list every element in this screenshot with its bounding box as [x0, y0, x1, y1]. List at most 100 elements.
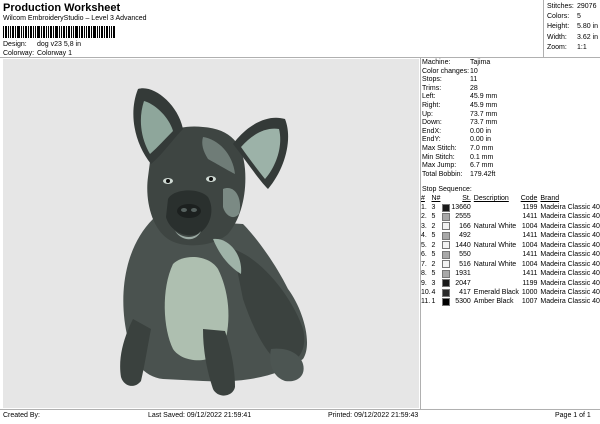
info-row: Machine: Tajima — [422, 59, 491, 66]
row-index: 10. — [421, 288, 431, 296]
table-row: 8. 5 1931 1411 Madeira Classic 40 — [421, 269, 600, 279]
design-summary: Stitches: 29076 Colors: 5 Height: 5.80 in W… — [547, 2, 598, 53]
color-swatch — [441, 297, 450, 306]
summary-stitches: Stitches: 29076 — [547, 3, 597, 10]
table-row: 2. 5 2555 1411 Madeira Classic 40 — [421, 213, 600, 222]
row-stitches: 13660 — [451, 204, 471, 212]
row-code: 1199 — [522, 279, 538, 287]
row-index: 8. — [421, 270, 427, 278]
row-brand: Madeira Classic 40 — [540, 241, 600, 249]
row-code: 1000 — [521, 288, 538, 296]
table-row: 4. 5 492 1411 Madeira Classic 40 — [421, 231, 600, 241]
row-swatch — [441, 213, 451, 222]
footer-divider — [0, 409, 600, 410]
row-stitches: 492 — [459, 232, 471, 240]
row-code: 1004 — [521, 260, 538, 268]
software-subtitle: Wilcom EmbroideryStudio – Level 3 Advanc… — [3, 15, 147, 22]
table-row: 11. 1 5300 Amber Black 1007 Madeira Classic 4… — [421, 297, 600, 307]
row-description — [471, 279, 519, 288]
color-swatch — [441, 241, 450, 250]
col-header-description: Description — [473, 195, 509, 202]
info-row: Min Stitch: 0.1 mm — [422, 153, 494, 161]
row-index: 9. — [421, 279, 427, 287]
design-label: Design: — [3, 41, 27, 48]
table-row: 1. 3 13660 1199 Madeira Classic 40 — [421, 203, 600, 213]
row-swatch — [441, 250, 451, 260]
info-row: EndX: 0.00 in — [422, 127, 492, 135]
row-stitches: 5300 — [455, 298, 471, 306]
table-header-row: # N# St. Description Code Brand — [421, 195, 600, 204]
info-row: Down: 73.7 mm — [422, 119, 498, 127]
info-row: EndY: 0.00 in — [422, 136, 492, 144]
stop-sequence-table: # N# St. Description Code Brand 1. 3 13660… — [421, 195, 600, 307]
row-swatch — [441, 231, 451, 241]
table-row: 7. 2 516 Natural White 1004 Madeira Classic 4… — [421, 260, 600, 269]
row-stitches: 2555 — [455, 213, 471, 221]
col-header-stitches: St. — [462, 195, 471, 202]
row-description — [471, 251, 519, 260]
info-row: Up: 73.7 mm — [422, 110, 498, 118]
row-needle: 5 — [431, 213, 436, 221]
created-by: Created By: — [3, 412, 40, 419]
row-index: 4. — [421, 232, 427, 240]
row-swatch — [441, 279, 451, 288]
row-code: 1411 — [522, 232, 538, 240]
col-header-needle: N# — [431, 195, 441, 202]
table-row: 5. 2 1440 Natural White 1004 Madeira Classic … — [421, 241, 600, 250]
table-row: 9. 3 2047 1199 Madeira Classic 40 — [421, 279, 600, 288]
color-swatch — [441, 203, 450, 212]
row-code: 1004 — [521, 241, 538, 249]
row-needle: 2 — [431, 222, 436, 230]
row-description: Natural White — [473, 260, 517, 268]
header-divider — [0, 57, 600, 58]
row-needle: 3 — [431, 204, 436, 212]
row-description — [471, 270, 519, 279]
row-code: 1007 — [521, 298, 538, 306]
colorway-label: Colorway: — [3, 50, 35, 57]
col-header-index: # — [421, 195, 425, 202]
info-row: Stops: 11 — [422, 76, 478, 84]
row-description — [471, 213, 519, 222]
row-code: 1411 — [522, 270, 538, 278]
info-row: Trims: 28 — [422, 84, 478, 92]
summary-height: Height: 5.80 in — [547, 23, 599, 31]
row-index: 1. — [421, 204, 427, 212]
info-row: Max Jump: 6.7 mm — [422, 162, 494, 170]
row-swatch — [441, 297, 451, 307]
color-swatch — [441, 213, 450, 222]
row-swatch — [441, 241, 451, 250]
row-swatch — [441, 269, 451, 279]
barcode — [3, 26, 115, 38]
table-row: 3. 2 166 Natural White 1004 Madeira Classic 4… — [421, 222, 600, 231]
row-index: 3. — [421, 222, 427, 230]
row-code: 1004 — [521, 222, 538, 230]
row-stitches: 1440 — [455, 241, 471, 249]
design-preview — [3, 59, 419, 408]
row-index: 2. — [421, 213, 427, 221]
color-swatch — [441, 269, 450, 278]
printed-date: Printed: 09/12/2022 21:59:43 — [328, 412, 419, 419]
row-brand: Madeira Classic 40 — [540, 232, 600, 240]
row-description — [471, 232, 519, 241]
row-swatch — [441, 260, 451, 269]
row-needle: 5 — [431, 251, 436, 259]
row-swatch — [441, 288, 451, 298]
row-index: 7. — [421, 260, 427, 268]
row-brand: Madeira Classic 40 — [540, 222, 600, 230]
info-row: Right: 45.9 mm — [422, 101, 498, 109]
info-row: Left: 45.9 mm — [422, 93, 498, 101]
row-code: 1411 — [522, 251, 538, 259]
row-description — [471, 204, 519, 213]
color-swatch — [441, 231, 450, 240]
row-description: Natural White — [473, 241, 517, 249]
row-stitches: 1931 — [455, 270, 471, 278]
row-swatch — [441, 203, 451, 213]
row-brand: Madeira Classic 40 — [540, 260, 600, 268]
row-brand: Madeira Classic 40 — [540, 279, 600, 287]
row-code: 1199 — [522, 204, 538, 212]
row-brand: Madeira Classic 40 — [540, 270, 600, 278]
stop-sequence-title: Stop Sequence: — [422, 186, 472, 193]
row-code: 1411 — [522, 213, 538, 221]
col-header-code: Code — [520, 195, 538, 202]
color-swatch — [441, 279, 450, 288]
